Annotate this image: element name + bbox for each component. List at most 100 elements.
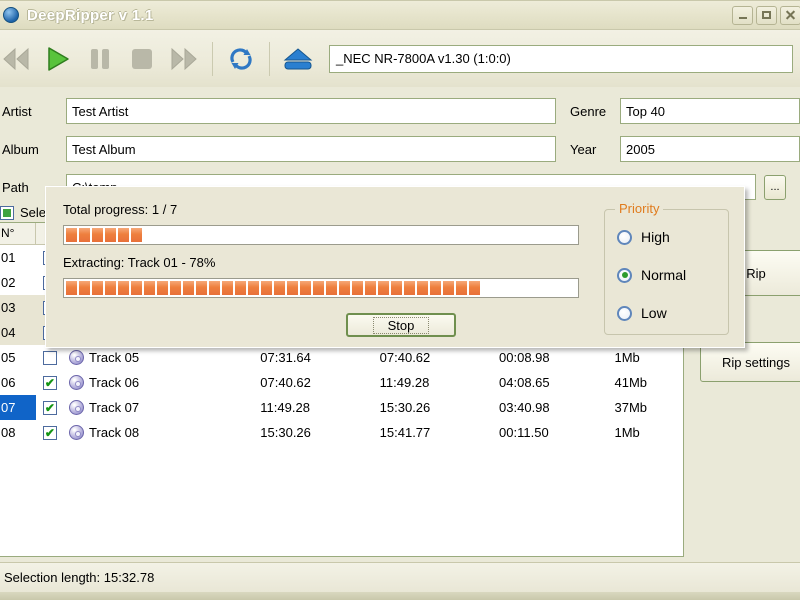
toolbar-separator-2: [269, 41, 270, 76]
drive-select-value: _NEC NR-7800A v1.30 (1:0:0): [336, 51, 511, 66]
cell-checkbox[interactable]: [36, 350, 63, 365]
priority-option-normal[interactable]: Normal: [617, 267, 686, 283]
artist-input-value: Test Artist: [72, 103, 129, 119]
track-checkbox[interactable]: [42, 425, 57, 440]
progress-block: [131, 281, 142, 295]
radio-high-icon[interactable]: [617, 229, 632, 245]
progress-block: [417, 281, 428, 295]
stop-button-toolbar[interactable]: [121, 36, 163, 82]
rip-settings-button[interactable]: Rip settings: [700, 342, 800, 382]
track-checkbox[interactable]: [42, 400, 57, 415]
cell-icon: [64, 350, 89, 365]
select-all-checkbox[interactable]: [0, 205, 14, 220]
status-bar: Selection length: 15:32.78: [0, 562, 800, 592]
column-header-number[interactable]: N°: [0, 223, 37, 244]
genre-input-value: Top 40: [626, 103, 666, 119]
album-label: Album: [2, 141, 39, 157]
table-row[interactable]: 08 Track 08 15:30.26 15:41.77 00:11.50 1Mb: [0, 420, 683, 445]
progress-block: [79, 281, 90, 295]
maximize-button[interactable]: [756, 5, 777, 25]
window-title: DeepRipper v 1.1: [27, 6, 154, 24]
progress-block: [92, 281, 103, 295]
eject-button[interactable]: [277, 36, 319, 82]
cd-track-icon: [68, 425, 84, 440]
cell-length: 04:08.65: [499, 375, 550, 390]
previous-track-button[interactable]: [0, 36, 37, 82]
progress-block: [287, 281, 298, 295]
cell-size: 1Mb: [614, 350, 640, 365]
progress-block: [118, 281, 129, 295]
track-checkbox[interactable]: [42, 375, 57, 390]
progress-block: [365, 281, 376, 295]
title-bar: DeepRipper v 1.1: [0, 0, 800, 30]
progress-block: [313, 281, 324, 295]
cd-track-icon: [68, 400, 84, 415]
minimize-button[interactable]: [732, 5, 753, 25]
pause-button[interactable]: [79, 36, 121, 82]
cell-length: 00:08.98: [499, 350, 550, 365]
progress-block: [469, 281, 480, 295]
window-bottom-edge: [0, 592, 800, 600]
browse-path-button[interactable]: ...: [764, 174, 786, 200]
cell-title: Track 07: [89, 400, 140, 415]
album-input[interactable]: Test Album: [66, 136, 556, 162]
progress-block: [391, 281, 402, 295]
progress-block: [430, 281, 441, 295]
total-progress-bar: [63, 225, 579, 245]
track-checkbox[interactable]: [42, 350, 57, 365]
priority-group-title: Priority: [615, 201, 664, 216]
cell-icon: [64, 375, 89, 390]
priority-high-label: High: [641, 229, 670, 245]
cell-number: 06: [1, 375, 16, 390]
next-track-button[interactable]: [163, 36, 205, 82]
radio-low-icon[interactable]: [617, 305, 632, 321]
drive-select[interactable]: _NEC NR-7800A v1.30 (1:0:0): [329, 44, 793, 73]
table-row[interactable]: 06 Track 06 07:40.62 11:49.28 04:08.65 41Mb: [0, 370, 683, 395]
cell-checkbox[interactable]: [36, 400, 63, 415]
total-progress-label: Total progress: 1 / 7: [63, 202, 178, 217]
progress-block: [248, 281, 259, 295]
priority-option-low[interactable]: Low: [617, 305, 667, 321]
cell-end: 07:40.62: [379, 350, 431, 365]
table-row[interactable]: 07 Track 07 11:49.28 15:30.26 03:40.98 37Mb: [0, 395, 683, 420]
cell-title: Track 05: [89, 350, 140, 365]
cell-checkbox[interactable]: [36, 375, 63, 390]
cell-length: 03:40.98: [499, 400, 550, 415]
album-input-value: Test Album: [72, 141, 136, 157]
artist-label: Artist: [2, 103, 32, 119]
progress-block: [274, 281, 285, 295]
progress-block: [66, 281, 77, 295]
progress-block: [209, 281, 220, 295]
rip-settings-button-label: Rip settings: [722, 354, 790, 370]
radio-normal-icon[interactable]: [617, 267, 632, 283]
priority-option-high[interactable]: High: [617, 229, 670, 245]
cell-number: 02: [1, 275, 16, 290]
cell-number: 03: [1, 300, 16, 315]
table-row[interactable]: 05 Track 05 07:31.64 07:40.62 00:08.98 1Mb: [0, 345, 683, 370]
cell-icon: [64, 425, 89, 440]
genre-input[interactable]: Top 40: [620, 98, 800, 124]
cell-end: 11:49.28: [379, 375, 430, 390]
progress-block: [378, 281, 389, 295]
progress-block: [326, 281, 337, 295]
year-input[interactable]: 2005: [620, 136, 800, 162]
cell-title: Track 06: [89, 375, 140, 390]
progress-block: [300, 281, 311, 295]
cell-checkbox[interactable]: [36, 425, 63, 440]
progress-block: [235, 281, 246, 295]
browse-path-label: ...: [770, 181, 780, 193]
progress-block: [456, 281, 467, 295]
cell-number: 04: [1, 325, 16, 340]
progress-block: [443, 281, 454, 295]
refresh-button[interactable]: [220, 36, 262, 82]
progress-block: [92, 228, 103, 242]
play-button[interactable]: [37, 36, 79, 82]
progress-block: [66, 228, 77, 242]
cell-number: 05: [1, 350, 16, 365]
extraction-progress-dialog: Total progress: 1 / 7 Extracting: Track …: [45, 186, 745, 348]
artist-input[interactable]: Test Artist: [66, 98, 556, 124]
stop-extraction-button[interactable]: Stop: [346, 313, 456, 337]
priority-low-label: Low: [641, 305, 667, 321]
selection-length-text: Selection length: 15:32.78: [4, 570, 155, 585]
close-button[interactable]: [780, 5, 800, 25]
